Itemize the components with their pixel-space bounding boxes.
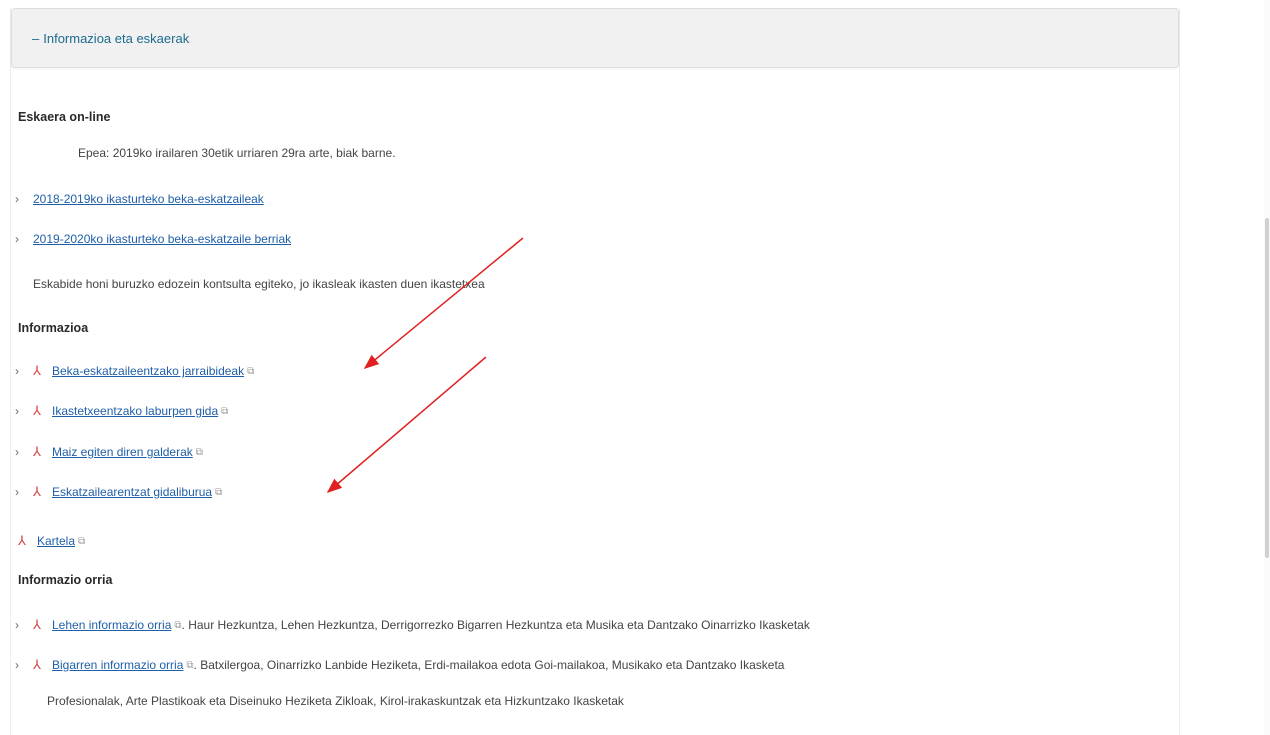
sheet-description-continued: Profesionalak, Arte Plastikoak eta Disei… [47, 694, 624, 708]
link-kartela[interactable]: Kartela [37, 534, 75, 548]
list-item: › 2018-2019ko ikasturteko beka-eskatzail… [15, 192, 264, 206]
external-window-icon: ⧉ [221, 405, 229, 417]
poster-item: ⅄ Kartela ⧉ [18, 533, 85, 549]
pdf-icon: ⅄ [33, 403, 41, 418]
chevron-right-icon: › [15, 232, 19, 246]
chevron-right-icon: › [15, 618, 19, 632]
external-window-icon: ⧉ [215, 486, 223, 498]
pdf-icon: ⅄ [18, 533, 26, 548]
link-galderak[interactable]: Maiz egiten diren galderak [52, 445, 193, 459]
list-item: › ⅄ Eskatzailearentzat gidaliburua ⧉ [15, 484, 222, 500]
link-2019-2020[interactable]: 2019-2020ko ikasturteko beka-eskatzaile … [33, 232, 291, 246]
external-window-icon: ⧉ [186, 659, 194, 671]
contact-note: Eskabide honi buruzko edozein kontsulta … [33, 277, 485, 291]
external-window-icon: ⧉ [195, 446, 203, 458]
link-jarraibideak[interactable]: Beka-eskatzaileentzako jarraibideak [52, 364, 244, 378]
chevron-right-icon: › [15, 404, 19, 418]
sheet-heading: Informazio orria [18, 573, 113, 587]
chevron-right-icon: › [15, 658, 19, 672]
pdf-icon: ⅄ [33, 657, 41, 672]
scrollbar-thumb[interactable] [1265, 218, 1269, 558]
panel-title[interactable]: Informazioa eta eskaerak [43, 31, 189, 46]
info-heading: Informazioa [18, 321, 89, 335]
deadline-text: Epea: 2019ko irailaren 30etik urriaren 2… [78, 146, 396, 160]
external-window-icon: ⧉ [174, 619, 182, 631]
chevron-right-icon: › [15, 192, 19, 206]
sheet-description: . Batxilergoa, Oinarrizko Lanbide Hezike… [193, 658, 785, 672]
pdf-icon: ⅄ [33, 363, 41, 378]
link-lehen-informazio-orria[interactable]: Lehen informazio orria [52, 618, 171, 632]
list-item: › ⅄ Ikastetxeentzako laburpen gida ⧉ [15, 403, 228, 419]
chevron-right-icon: › [15, 485, 19, 499]
chevron-right-icon: › [15, 445, 19, 459]
pdf-icon: ⅄ [33, 444, 41, 459]
list-item: › ⅄ Lehen informazio orria ⧉ . Haur Hezk… [15, 617, 810, 633]
panel-toggle-header[interactable]: – Informazioa eta eskaerak [11, 8, 1179, 68]
link-laburpen-gida[interactable]: Ikastetxeentzako laburpen gida [52, 404, 218, 418]
external-window-icon: ⧉ [78, 535, 86, 547]
list-item: › 2019-2020ko ikasturteko beka-eskatzail… [15, 232, 291, 246]
sheet-description: . Haur Hezkuntza, Lehen Hezkuntza, Derri… [181, 618, 810, 632]
link-gidaliburua[interactable]: Eskatzailearentzat gidaliburua [52, 485, 212, 499]
link-bigarren-informazio-orria[interactable]: Bigarren informazio orria [52, 658, 183, 672]
online-heading: Eskaera on-line [18, 110, 111, 124]
list-item: › ⅄ Bigarren informazio orria ⧉ . Batxil… [15, 657, 784, 673]
list-item: › ⅄ Beka-eskatzaileentzako jarraibideak … [15, 363, 254, 379]
external-window-icon: ⧉ [247, 365, 255, 377]
list-item: › ⅄ Maiz egiten diren galderak ⧉ [15, 444, 203, 460]
pdf-icon: ⅄ [33, 617, 41, 632]
chevron-right-icon: › [15, 364, 19, 378]
collapse-icon[interactable]: – [32, 31, 39, 46]
pdf-icon: ⅄ [33, 484, 41, 499]
link-2018-2019[interactable]: 2018-2019ko ikasturteko beka-eskatzailea… [33, 192, 264, 206]
